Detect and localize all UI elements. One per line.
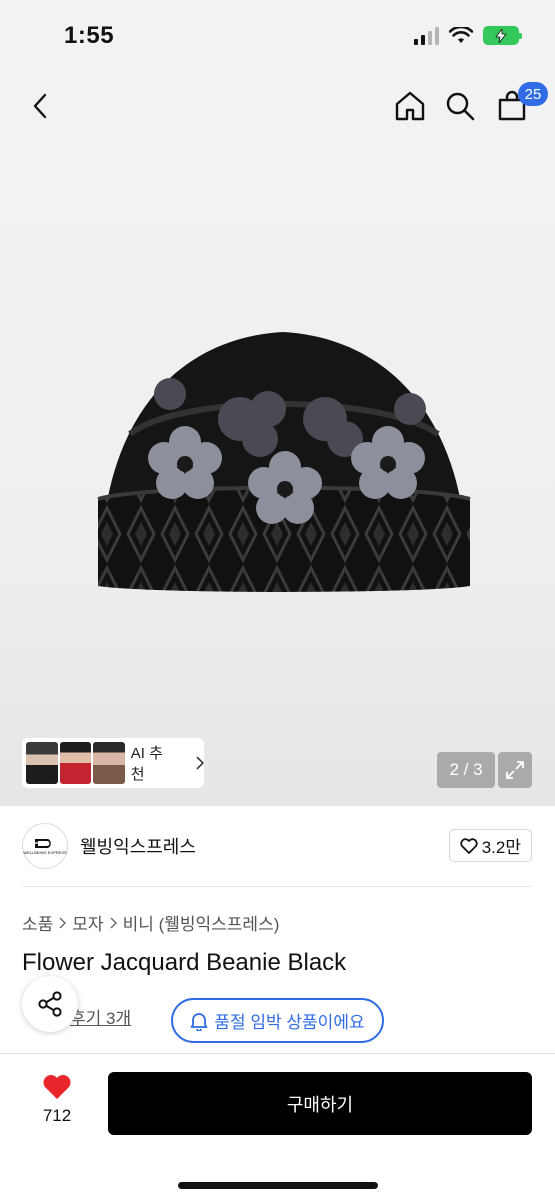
cart-button[interactable]: 25	[492, 82, 548, 126]
ai-thumb-2	[59, 742, 92, 784]
breadcrumb-item-beanie[interactable]: 비니 (웰빙익스프레스)	[123, 910, 280, 935]
wifi-icon	[449, 26, 473, 43]
soldout-soon-label: 품절 임박 상품이에요	[214, 1013, 365, 1032]
buy-button[interactable]: 구매하기	[108, 1072, 532, 1135]
cellular-signal-icon	[414, 26, 439, 45]
brand-like-button[interactable]: 3.2만	[448, 829, 532, 862]
search-icon	[446, 92, 475, 121]
brand-logo-text: WELLBEING EXPRESS	[23, 850, 67, 855]
wishlist-count: 712	[42, 1106, 72, 1125]
home-indicator	[178, 1182, 378, 1189]
brand-name[interactable]: 웰빙익스프레스	[80, 833, 196, 859]
battery-charging-icon	[483, 26, 522, 45]
chevron-right-icon	[196, 756, 204, 770]
soldout-soon-notice[interactable]: 품절 임박 상품이에요	[171, 998, 384, 1043]
status-time: 1:55	[64, 22, 115, 49]
status-icons	[414, 26, 522, 45]
bell-icon	[190, 1012, 208, 1031]
back-button[interactable]	[20, 86, 60, 126]
heart-outline-icon	[460, 837, 478, 854]
breadcrumb-item-accessories[interactable]: 소품	[22, 910, 53, 935]
image-counter: 2 / 3	[437, 752, 495, 788]
ai-thumb-1	[26, 742, 58, 784]
cart-count-badge: 25	[518, 82, 548, 106]
status-bar: 1:55	[0, 0, 555, 76]
share-icon	[38, 991, 62, 1017]
top-nav: 25	[0, 76, 555, 136]
heart-filled-icon	[43, 1075, 71, 1099]
bottom-purchase-bar: 712 구매하기	[0, 1053, 555, 1200]
home-icon	[395, 91, 425, 121]
chevron-right-icon	[59, 917, 67, 928]
breadcrumb: 소품 모자 비니 (웰빙익스프레스)	[22, 910, 279, 935]
ai-thumb-3	[93, 742, 125, 784]
product-title: Flower Jacquard Beanie Black	[22, 949, 347, 976]
expand-icon	[506, 761, 524, 779]
brand-logo-mark	[34, 839, 51, 848]
wishlist-button[interactable]: 712	[30, 1074, 84, 1126]
expand-image-button[interactable]	[498, 752, 532, 788]
home-button[interactable]	[390, 86, 430, 126]
review-link[interactable]: 후기 3개	[70, 1004, 131, 1029]
chevron-right-icon	[110, 917, 117, 928]
product-image-carousel[interactable]: AI 추천 2 / 3	[0, 136, 555, 806]
breadcrumb-item-hats[interactable]: 모자	[72, 910, 103, 935]
ai-recommend-label: AI 추천	[130, 745, 163, 783]
share-button[interactable]	[22, 976, 78, 1032]
ai-recommend-button[interactable]: AI 추천	[22, 738, 204, 788]
brand-like-count: 3.2만	[481, 838, 521, 857]
divider	[22, 886, 532, 887]
brand-row[interactable]: WELLBEING EXPRESS 웰빙익스프레스 3.2만	[22, 822, 532, 870]
search-button[interactable]	[440, 86, 480, 126]
chevron-left-icon	[33, 93, 47, 119]
brand-logo[interactable]: WELLBEING EXPRESS	[22, 823, 68, 869]
product-image-beanie	[97, 332, 471, 592]
